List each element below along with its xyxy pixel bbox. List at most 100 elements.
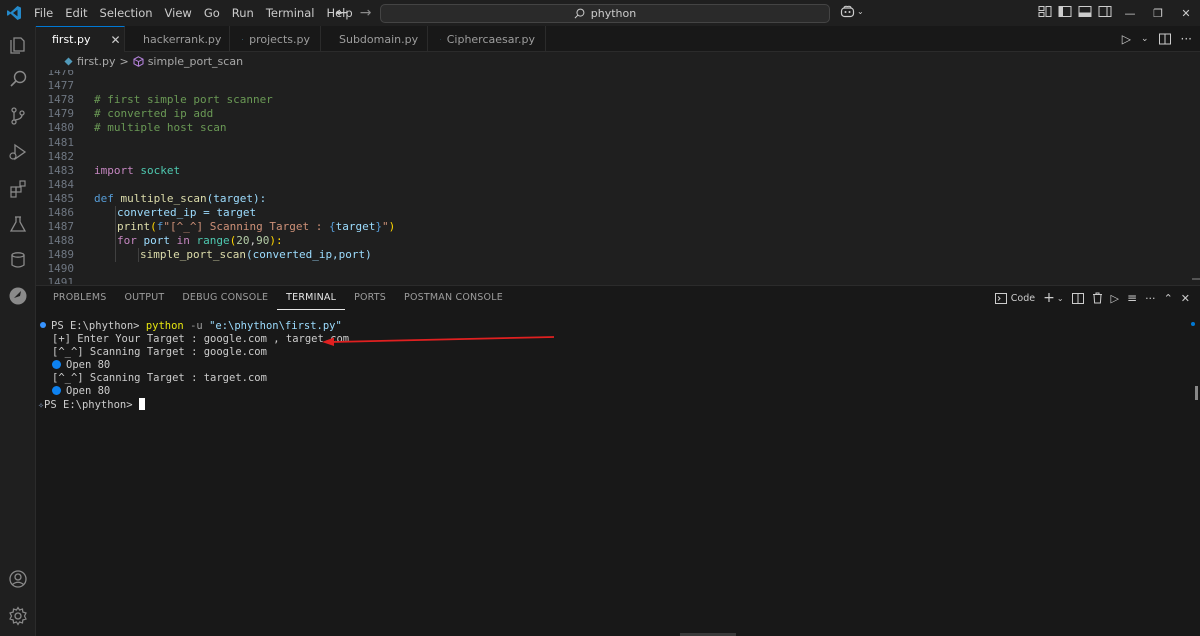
copilot-menu[interactable]: ⌄ — [840, 5, 864, 18]
tab-first-py[interactable]: first.py ✕ — [36, 26, 125, 52]
indent-guide — [115, 206, 116, 262]
editor-scrollbar[interactable] — [1188, 70, 1200, 284]
toggle-panel-icon[interactable] — [1078, 5, 1092, 18]
chevron-down-icon: ⌄ — [857, 7, 864, 16]
terminal-profile[interactable]: Code — [994, 292, 1035, 304]
code-line: 1485 def multiple_scan(target): — [36, 192, 1186, 206]
tab-subdomain-py[interactable]: Subdomain.py — [321, 26, 428, 52]
code-line: 1489 simple_port_scan(converted_ip,port) — [36, 248, 1186, 262]
code-text: def multiple_scan(target): — [94, 192, 266, 206]
code-line: 1490 — [36, 262, 1186, 276]
code-params: (target): — [206, 192, 267, 205]
new-terminal-icon[interactable]: + — [1043, 290, 1055, 306]
terminal-output[interactable]: PS E:\phython> python -u "e:\phython\fir… — [36, 320, 1186, 630]
more-actions-icon[interactable]: ··· — [1181, 32, 1192, 46]
tab-projects-py[interactable]: projects.py — [230, 26, 321, 52]
explorer-icon[interactable] — [6, 32, 30, 56]
menu-bar: File Edit Selection View Go Run Terminal… — [28, 0, 359, 26]
code-editor[interactable]: 1476 1477 1478 # first simple port scanne… — [36, 70, 1188, 284]
database-icon[interactable] — [6, 248, 30, 272]
menu-terminal[interactable]: Terminal — [260, 0, 321, 26]
forward-arrow-icon[interactable]: → — [360, 5, 372, 21]
chevron-down-icon[interactable]: ⌄ — [1057, 294, 1064, 303]
maximize-panel-icon[interactable]: ⌃ — [1164, 292, 1173, 305]
terminal-status-dot — [1191, 322, 1195, 326]
restore-icon[interactable]: ❐ — [1144, 0, 1172, 26]
more-actions-icon[interactable]: ··· — [1145, 292, 1156, 305]
run-task-icon[interactable]: ▷ — [1111, 292, 1119, 305]
tab-label: Subdomain.py — [339, 32, 419, 46]
run-python-icon[interactable]: ▷ — [1122, 32, 1131, 46]
menu-selection[interactable]: Selection — [94, 0, 159, 26]
breadcrumb-symbol[interactable]: simple_port_scan — [148, 55, 243, 68]
customize-layout-icon[interactable] — [1038, 5, 1052, 18]
search-sidebar-icon[interactable] — [6, 67, 30, 91]
close-window-icon[interactable]: ✕ — [1172, 0, 1200, 26]
code-bracket: ( — [150, 220, 157, 233]
testing-flask-icon[interactable] — [6, 212, 30, 236]
code-keyword: for — [117, 234, 137, 247]
toggle-primary-sidebar-icon[interactable] — [1058, 5, 1072, 18]
split-terminal-icon[interactable] — [1071, 292, 1084, 304]
tab-label: projects.py — [249, 32, 310, 46]
postman-icon[interactable] — [6, 284, 30, 308]
window-controls: — ❐ ✕ — [1116, 0, 1200, 26]
chevron-down-icon[interactable]: ⌄ — [1141, 34, 1149, 44]
vscode-logo-icon[interactable] — [0, 0, 28, 26]
code-variable: port — [136, 234, 177, 247]
line-number: 1491 — [47, 276, 75, 284]
menu-file[interactable]: File — [28, 0, 59, 26]
menu-go[interactable]: Go — [198, 0, 226, 26]
trash-icon[interactable] — [1092, 292, 1103, 304]
tab-problems[interactable]: PROBLEMS — [44, 286, 115, 310]
indent-guide — [138, 248, 139, 262]
settings-gear-icon[interactable] — [6, 604, 30, 628]
menu-view[interactable]: View — [159, 0, 198, 26]
code-brace: { — [328, 220, 336, 233]
terminal-scrollbar[interactable] — [1195, 386, 1198, 400]
list-icon[interactable]: ≡ — [1127, 291, 1137, 305]
code-function: range — [189, 234, 230, 247]
split-editor-icon[interactable] — [1158, 33, 1171, 45]
code-comment: # converted ip add — [94, 107, 214, 120]
red-arrow-annotation — [322, 336, 555, 346]
code-number: 90 — [256, 234, 270, 247]
command-center-search[interactable]: phython — [380, 4, 830, 23]
tab-output[interactable]: OUTPUT — [115, 286, 173, 310]
tab-ciphercaesar-py[interactable]: Ciphercaesar.py — [428, 26, 546, 52]
tab-hackerrank-py[interactable]: hackerrank.py — [125, 26, 230, 52]
tab-ports[interactable]: PORTS — [345, 286, 395, 310]
terminal-line: [+] Enter Your Target : google.com , tar… — [52, 333, 350, 345]
tab-postman-console[interactable]: POSTMAN CONSOLE — [395, 286, 512, 310]
line-number: 1478 — [47, 93, 75, 106]
breadcrumb-separator: > — [119, 54, 129, 68]
menu-run[interactable]: Run — [226, 0, 260, 26]
code-line: 1487 print(f"[^_^] Scanning Target : {tar… — [36, 220, 1186, 234]
tab-debug-console[interactable]: DEBUG CONSOLE — [173, 286, 277, 310]
tab-terminal[interactable]: TERMINAL — [277, 286, 346, 310]
run-debug-icon[interactable] — [6, 140, 30, 164]
title-bar: File Edit Selection View Go Run Terminal… — [0, 0, 1200, 26]
line-number: 1488 — [47, 234, 75, 247]
extensions-icon[interactable] — [6, 176, 30, 200]
minimize-icon[interactable]: — — [1116, 0, 1144, 26]
code-bracket: ) — [388, 220, 396, 233]
menu-edit[interactable]: Edit — [59, 0, 93, 26]
code-keyword: in — [176, 234, 190, 247]
command-status-dot-icon[interactable] — [40, 322, 46, 328]
line-number: 1482 — [47, 150, 75, 163]
tab-label: first.py — [52, 33, 91, 46]
panel-actions: Code + ⌄ ▷ ≡ ··· ⌃ ✕ — [994, 286, 1190, 310]
close-tab-icon[interactable]: ✕ — [110, 33, 120, 47]
accounts-icon[interactable] — [6, 567, 30, 591]
line-number: 1481 — [47, 136, 75, 149]
activity-bar — [0, 26, 36, 636]
breadcrumb-file[interactable]: first.py — [77, 55, 115, 68]
source-control-icon[interactable] — [6, 104, 30, 128]
search-label: phython — [590, 7, 637, 20]
toggle-secondary-sidebar-icon[interactable] — [1098, 5, 1112, 18]
close-panel-icon[interactable]: ✕ — [1181, 292, 1190, 305]
editor-tabs: first.py ✕ hackerrank.py projects.py Sub… — [36, 26, 1200, 52]
back-arrow-icon[interactable]: ← — [336, 5, 348, 21]
code-line: 1484 — [36, 178, 1186, 192]
